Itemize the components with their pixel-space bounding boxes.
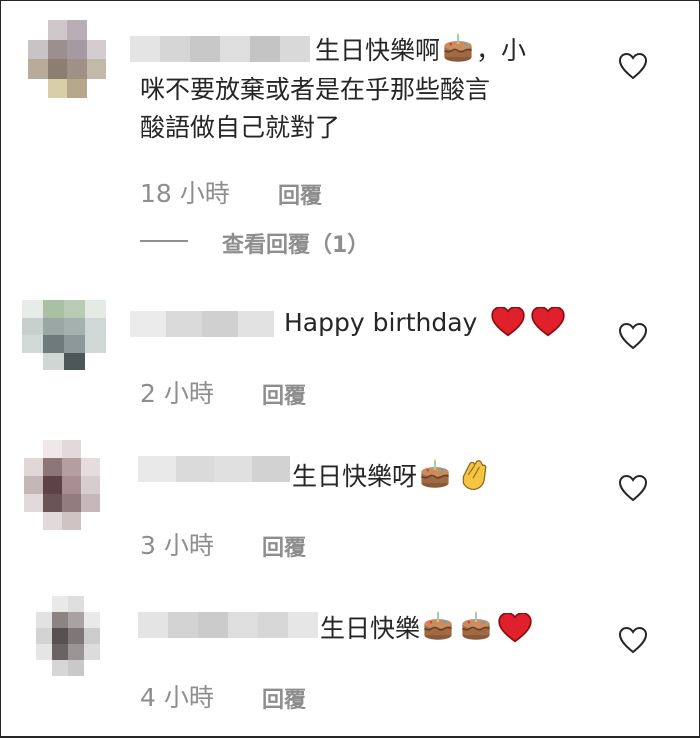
heart-icon[interactable]: [618, 474, 648, 502]
comment-text-line: Happy birthday: [284, 308, 478, 337]
comment-text-line: ，小: [476, 36, 527, 65]
birthday-cake-emoji: [422, 611, 454, 643]
comment-timestamp: 4 小時: [140, 683, 214, 712]
comment-text-line: 生日快樂: [320, 614, 421, 643]
comment-text: 生日快樂: [320, 612, 532, 645]
comment-text: 生日快樂啊 ，小: [315, 34, 526, 67]
heart-icon[interactable]: [618, 52, 648, 80]
avatar[interactable]: [22, 300, 106, 370]
blurred-username[interactable]: [130, 36, 310, 62]
blurred-username[interactable]: [138, 612, 318, 638]
comment-timestamp: 18 小時: [140, 179, 230, 208]
comment-timestamp: 2 小時: [140, 379, 214, 408]
view-replies-button[interactable]: 查看回覆（1）: [222, 227, 369, 259]
birthday-cake-emoji: [442, 33, 474, 65]
blurred-username[interactable]: [130, 311, 274, 337]
reply-button[interactable]: 回覆: [262, 378, 306, 410]
clapping-hands-emoji: [457, 459, 489, 491]
comment-text-line: 酸語做自己就對了: [140, 113, 341, 142]
reply-button[interactable]: 回覆: [262, 530, 306, 562]
red-heart-emoji: [491, 307, 525, 337]
heart-icon[interactable]: [618, 322, 648, 350]
birthday-cake-emoji: [419, 459, 451, 491]
comment-text-line: 咪不要放棄或者是在乎那些酸言: [140, 75, 491, 104]
comment-text-line: 生日快樂呀: [292, 462, 418, 491]
blurred-username[interactable]: [138, 456, 290, 482]
heart-icon[interactable]: [618, 626, 648, 654]
red-heart-emoji: [498, 613, 532, 643]
divider-line: [140, 240, 188, 242]
avatar[interactable]: [36, 596, 100, 676]
comment-timestamp: 3 小時: [140, 531, 214, 560]
reply-button[interactable]: 回覆: [262, 682, 306, 714]
birthday-cake-emoji: [460, 611, 492, 643]
avatar[interactable]: [24, 440, 100, 530]
red-heart-emoji: [531, 307, 565, 337]
comment-text: 生日快樂呀: [292, 460, 489, 493]
avatar[interactable]: [28, 20, 106, 98]
reply-button[interactable]: 回覆: [278, 178, 322, 210]
comment-text: Happy birthday: [284, 306, 565, 339]
comment-text-line: 生日快樂啊: [315, 36, 441, 65]
